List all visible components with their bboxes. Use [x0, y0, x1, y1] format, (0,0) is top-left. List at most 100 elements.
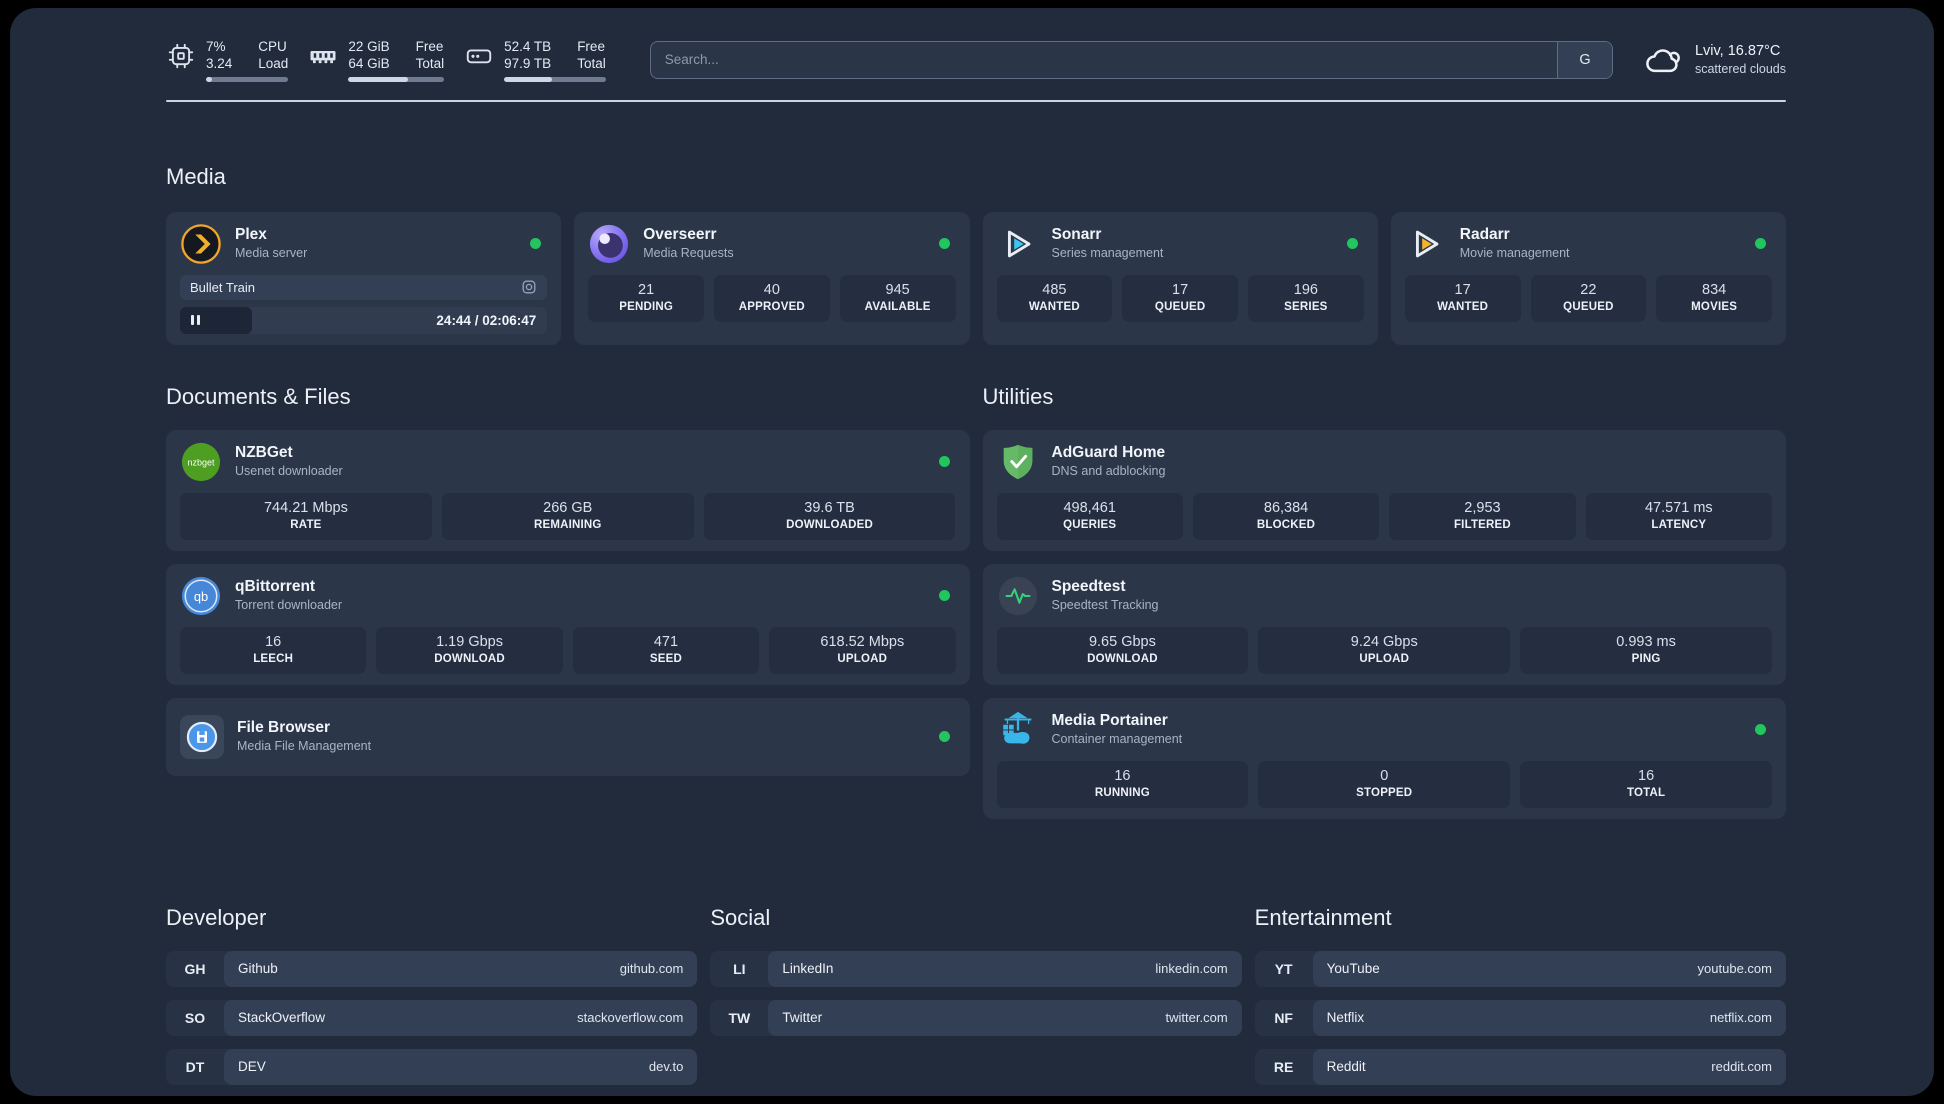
bookmark-row[interactable]: DT DEV dev.to	[166, 1048, 698, 1085]
app-card-plex[interactable]: Plex Media server Bullet Train 24:44 / 0…	[166, 211, 562, 345]
stat-box: 485 WANTED	[996, 274, 1113, 322]
overseerr-logo-icon	[588, 223, 630, 265]
app-card-nzbget[interactable]: nzbget NZBGet Usenet downloader 744.21 M…	[166, 429, 970, 551]
qbittorrent-logo-icon: qb	[180, 575, 222, 617]
playback-progress-fill	[180, 306, 252, 334]
bookmark-abbr: RE	[1273, 1058, 1294, 1075]
bookmark-name: Reddit	[1326, 1059, 1366, 1074]
filebrowser-logo-icon	[180, 714, 224, 759]
social-column: Social LI LinkedIn linkedin.com TW Twitter tw…	[710, 819, 1242, 1036]
stat-label: REMAINING	[533, 518, 602, 531]
stat-box: 196 SERIES	[1248, 274, 1364, 322]
weather-condition: scattered clouds	[1694, 62, 1786, 77]
bookmark-abbr: DT	[185, 1058, 205, 1075]
bookmark-abbr: NF	[1274, 1009, 1293, 1026]
plex-logo-icon	[180, 223, 222, 265]
stat-value: 17	[1454, 281, 1471, 298]
app-name: NZBGet	[235, 444, 293, 461]
header-divider	[166, 99, 1786, 102]
stat-label: LEECH	[253, 652, 294, 665]
entertainment-column: Entertainment YT YouTube youtube.com NF Netf…	[1254, 819, 1786, 1085]
section-title-documents: Documents & Files	[166, 383, 351, 409]
bookmark-row[interactable]: YT YouTube youtube.com	[1254, 950, 1786, 987]
cpu-usage-value: 7%	[206, 39, 226, 54]
stat-value: 86,384	[1263, 499, 1309, 516]
bookmark-row[interactable]: RE Reddit reddit.com	[1254, 1048, 1786, 1085]
status-dot	[1755, 724, 1766, 735]
section-title-entertainment: Entertainment	[1254, 904, 1392, 930]
utilities-column: Utilities AdGuard Home DNS and adblockin…	[982, 345, 1786, 819]
stat-value: 2,953	[1464, 499, 1501, 516]
svg-text:qb: qb	[194, 588, 208, 603]
stat-label: DOWNLOAD	[1087, 652, 1158, 665]
cpu-stat-group: 7% 3.24 CPU Load	[166, 38, 289, 82]
stats-row: 16 LEECH 1.19 Gbps DOWNLOAD 471 SEED 618.52 Mb…	[180, 626, 956, 674]
stat-box: 16 RUNNING	[996, 760, 1249, 808]
app-card-qbittorrent[interactable]: qb qBittorrent Torrent downloader 16 LEEC…	[166, 563, 970, 685]
stat-value: 485	[1042, 281, 1067, 298]
stat-label: RATE	[290, 518, 322, 531]
stat-box: 498,461 QUERIES	[996, 492, 1183, 540]
bookmark-name: Twitter	[782, 1010, 823, 1025]
svg-text:nzbget: nzbget	[187, 457, 215, 467]
ram-icon	[310, 51, 336, 64]
stat-label: BLOCKED	[1256, 518, 1316, 531]
stat-label: SERIES	[1284, 300, 1328, 313]
bookmark-row[interactable]: LI LinkedIn linkedin.com	[710, 950, 1242, 987]
app-name: AdGuard Home	[1051, 444, 1166, 461]
app-card-adguard[interactable]: AdGuard Home DNS and adblocking 498,461 Q…	[982, 429, 1786, 551]
bookmark-bar: Reddit reddit.com	[1312, 1048, 1786, 1085]
bookmark-row[interactable]: NF Netflix netflix.com	[1254, 999, 1786, 1036]
stat-value: 471	[653, 633, 679, 650]
app-card-radarr[interactable]: Radarr Movie management 17 WANTED 22 QUEUED…	[1390, 211, 1786, 345]
stat-value: 196	[1293, 281, 1318, 298]
status-dot	[938, 238, 950, 249]
stat-value: 16	[1638, 767, 1655, 784]
app-name: Sonarr	[1051, 226, 1102, 243]
stats-row: 9.65 Gbps DOWNLOAD 9.24 Gbps UPLOAD 0.993 ms…	[996, 626, 1773, 674]
media-grid: Plex Media server Bullet Train 24:44 / 0…	[166, 211, 1786, 345]
now-playing-title: Bullet Train	[190, 279, 256, 295]
bookmark-abbr: SO	[184, 1009, 206, 1026]
search-engine-button[interactable]: G	[1556, 41, 1612, 78]
stat-box: 9.24 Gbps UPLOAD	[1258, 626, 1511, 674]
stat-label: TOTAL	[1626, 786, 1666, 799]
bookmark-url: stackoverflow.com	[577, 1010, 684, 1025]
bookmark-row[interactable]: SO StackOverflow stackoverflow.com	[166, 999, 698, 1036]
app-card-portainer[interactable]: Media Portainer Container management 16 R…	[982, 697, 1786, 819]
stat-value: 9.65 Gbps	[1088, 633, 1156, 650]
stat-label: WANTED	[1437, 300, 1489, 313]
app-card-sonarr[interactable]: Sonarr Series management 485 WANTED 17 QUEU…	[982, 211, 1378, 345]
speedtest-logo-icon	[997, 575, 1039, 617]
cpu-usage-label: CPU	[258, 39, 287, 54]
app-description: Media Requests	[643, 246, 734, 260]
stat-value: 266 GB	[543, 499, 593, 516]
section-title-social: Social	[710, 904, 771, 930]
status-dot	[938, 590, 950, 601]
app-card-speedtest[interactable]: Speedtest Speedtest Tracking 9.65 Gbps DO…	[982, 563, 1786, 685]
bookmark-bar: StackOverflow stackoverflow.com	[224, 999, 698, 1036]
stats-row: 21 PENDING 40 APPROVED 945 AVAILABLE	[588, 274, 956, 322]
stat-box: 618.52 Mbps UPLOAD	[769, 626, 956, 674]
bookmark-abbr: YT	[1274, 960, 1293, 977]
stat-label: APPROVED	[738, 300, 805, 313]
bookmark-name: LinkedIn	[782, 961, 834, 976]
bookmark-url: reddit.com	[1711, 1059, 1772, 1074]
status-dot	[938, 456, 950, 467]
bookmark-row[interactable]: TW Twitter twitter.com	[710, 999, 1242, 1036]
session-camera-icon	[522, 280, 536, 294]
stats-row: 744.21 Mbps RATE 266 GB REMAINING 39.6 TB DOW…	[180, 492, 956, 540]
stat-box: 0.993 ms PING	[1520, 626, 1772, 674]
sonarr-logo-icon	[997, 223, 1039, 265]
bookmark-row[interactable]: GH Github github.com	[166, 950, 698, 987]
disk-free-value: 52.4 TB	[504, 39, 552, 54]
cloud-icon	[1646, 49, 1680, 72]
status-dot	[1346, 238, 1358, 249]
app-card-overseerr[interactable]: Overseerr Media Requests 21 PENDING 40 APPR…	[574, 211, 970, 345]
app-card-filebrowser[interactable]: File Browser Media File Management	[166, 697, 970, 776]
stat-box: 47.571 ms LATENCY	[1585, 492, 1772, 540]
app-description: Media File Management	[237, 739, 372, 753]
search-input[interactable]	[650, 41, 1557, 78]
app-name: Overseerr	[643, 226, 717, 243]
disk-progress-fill	[504, 77, 552, 82]
